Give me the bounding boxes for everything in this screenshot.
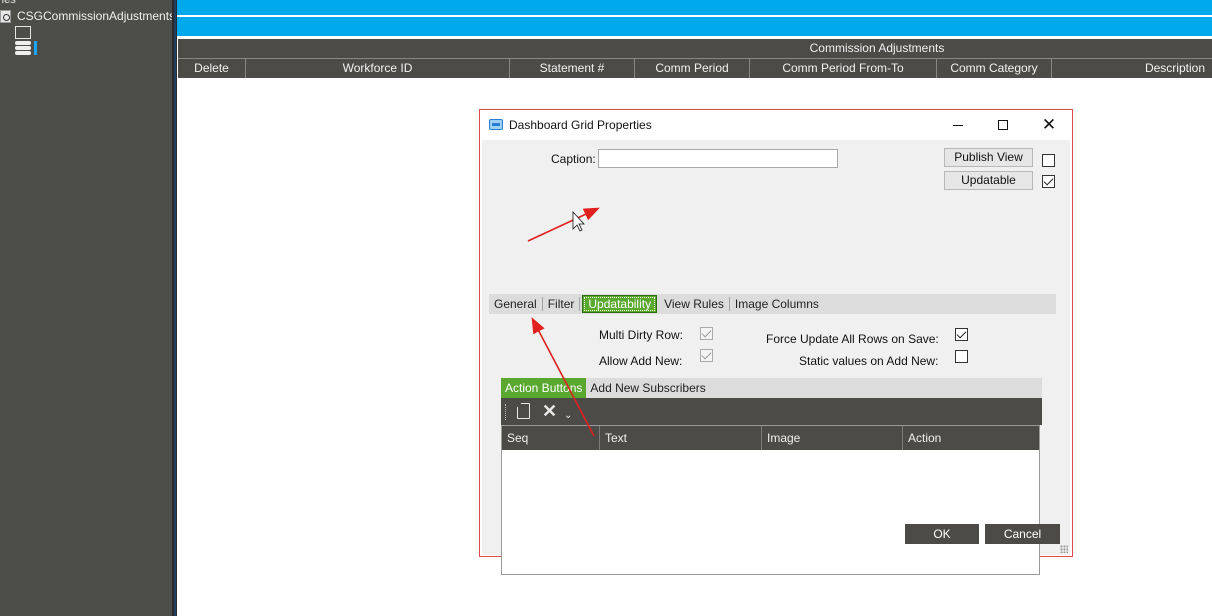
updatable-checkbox[interactable] <box>1042 175 1055 188</box>
multi-dirty-row-checkbox[interactable] <box>700 327 713 340</box>
dashboard-grid-properties-dialog: Dashboard Grid Properties ✕ Caption: Pub… <box>479 109 1073 575</box>
minimize-button[interactable] <box>935 110 981 140</box>
column-header-text[interactable]: Text <box>600 426 762 450</box>
tab-filter[interactable]: Filter <box>543 294 580 314</box>
selection-indicator <box>34 41 37 55</box>
doc-search-icon <box>0 9 11 23</box>
close-icon: ✕ <box>1041 115 1057 134</box>
action-tabs: Action Buttons Add New Subscribers <box>501 378 1042 398</box>
top-banner-line <box>177 36 1212 38</box>
maximize-icon <box>998 120 1008 130</box>
updatable-button[interactable]: Updatable <box>944 171 1033 190</box>
tab-view-rules[interactable]: View Rules <box>659 294 729 314</box>
minimize-icon <box>953 124 963 126</box>
publish-view-checkbox[interactable] <box>1042 154 1055 167</box>
sidebar-top-text: ries <box>0 0 16 6</box>
database-icon[interactable] <box>15 41 31 55</box>
grid-title-text: Commission Adjustments <box>809 41 945 55</box>
top-banner <box>177 0 1212 36</box>
static-values-label: Static values on Add New: <box>799 354 939 368</box>
app-icon <box>489 119 503 130</box>
dialog-titlebar[interactable]: Dashboard Grid Properties ✕ <box>480 110 1072 140</box>
tab-action-buttons[interactable]: Action Buttons <box>501 378 587 398</box>
column-header-image[interactable]: Image <box>762 426 903 450</box>
column-header-description[interactable]: Description <box>1052 59 1212 78</box>
column-header-comm-period[interactable]: Comm Period <box>635 59 750 78</box>
delete-icon[interactable]: ✕ <box>542 401 557 421</box>
multi-dirty-row-label: Multi Dirty Row: <box>599 328 684 342</box>
tab-separator <box>579 297 581 311</box>
sidebar: ries CSGCommissionAdjustments <box>0 0 175 616</box>
tab-general[interactable]: General <box>489 294 542 314</box>
maximize-button[interactable] <box>980 110 1026 140</box>
sidebar-splitter[interactable] <box>172 0 177 616</box>
close-button[interactable]: ✕ <box>1026 110 1072 140</box>
dialog-title: Dashboard Grid Properties <box>509 118 652 132</box>
new-icon[interactable] <box>517 403 530 419</box>
sidebar-item-label: CSGCommissionAdjustments <box>17 9 176 23</box>
tab-updatability[interactable]: Updatability <box>582 295 658 313</box>
dialog-body: Caption: Publish View Updatable General … <box>482 140 1070 575</box>
tab-image-columns[interactable]: Image Columns <box>730 294 824 314</box>
column-header-comm-period-from-to[interactable]: Comm Period From-To <box>750 59 937 78</box>
properties-tabs: General Filter Updatability View Rules I… <box>489 294 1056 314</box>
action-toolbar: ✕ ⌄ <box>501 398 1042 425</box>
caption-label: Caption: <box>551 152 596 166</box>
sidebar-item-csgcommissionadjustments[interactable]: CSGCommissionAdjustments <box>0 8 175 24</box>
column-header-delete[interactable]: Delete <box>178 59 246 78</box>
column-header-workforce-id[interactable]: Workforce ID <box>246 59 510 78</box>
caption-input[interactable] <box>598 149 838 168</box>
allow-add-new-checkbox[interactable] <box>700 349 713 362</box>
static-values-checkbox[interactable] <box>955 350 968 363</box>
grid-column-headers: Delete Workforce ID Statement # Comm Per… <box>178 58 1212 78</box>
allow-add-new-label: Allow Add New: <box>599 354 683 368</box>
publish-view-button[interactable]: Publish View <box>944 148 1033 167</box>
column-header-statement[interactable]: Statement # <box>510 59 635 78</box>
grid-icon[interactable] <box>15 26 31 39</box>
column-header-seq[interactable]: Seq <box>502 426 600 450</box>
grid-title: Commission Adjustments <box>178 39 1212 58</box>
column-header-action[interactable]: Action <box>903 426 1039 450</box>
force-update-label: Force Update All Rows on Save: <box>766 332 939 346</box>
tab-add-new-subscribers[interactable]: Add New Subscribers <box>586 378 709 398</box>
force-update-checkbox[interactable] <box>955 328 968 341</box>
toolbar-grip[interactable] <box>505 404 507 420</box>
column-header-comm-category[interactable]: Comm Category <box>937 59 1052 78</box>
cancel-button[interactable]: Cancel <box>985 524 1060 544</box>
dropdown-icon[interactable]: ⌄ <box>564 406 572 426</box>
action-grid-header: Seq Text Image Action <box>502 426 1039 450</box>
action-buttons-grid[interactable]: Seq Text Image Action <box>501 425 1040 575</box>
ok-button[interactable]: OK <box>905 524 979 544</box>
resize-grip-icon[interactable] <box>1060 545 1068 553</box>
